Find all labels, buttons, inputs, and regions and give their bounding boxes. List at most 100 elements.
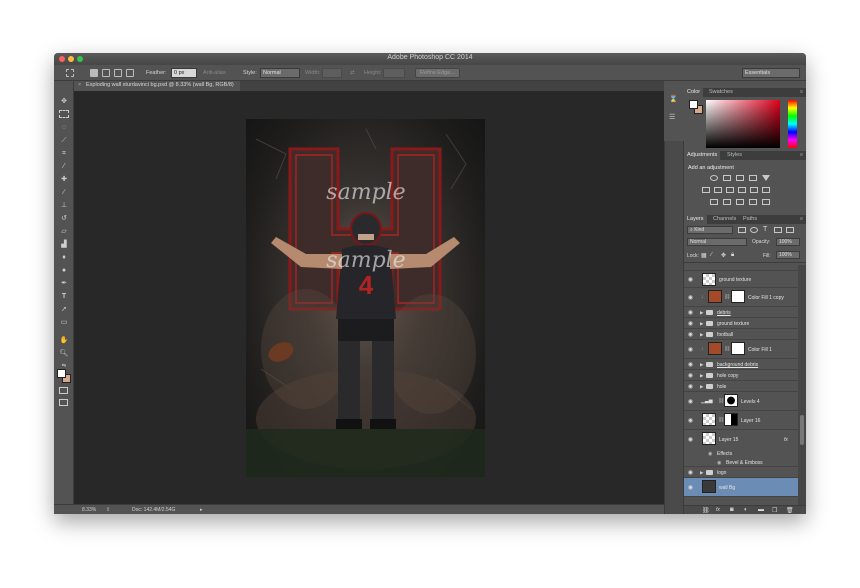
filter-adjustment-icon[interactable]: [750, 227, 758, 233]
move-tool-icon[interactable]: ✥: [59, 97, 69, 107]
close-tab-icon[interactable]: ×: [78, 82, 81, 88]
layer-name[interactable]: ground texture: [719, 277, 751, 283]
visibility-eye-icon[interactable]: ◉: [687, 346, 694, 353]
layer-row[interactable]: ◉ ▶ ground texture: [684, 318, 798, 329]
visibility-eye-icon[interactable]: ◉: [687, 398, 694, 405]
add-style-icon[interactable]: fx: [716, 507, 720, 513]
layer-row[interactable]: ◉ ▶ football: [684, 329, 798, 340]
layer-row[interactable]: ◉ ▶ hole: [684, 381, 798, 392]
tab-adjustments[interactable]: Adjustments: [684, 151, 721, 160]
color-field[interactable]: [706, 100, 780, 148]
selective-color-adjust-icon[interactable]: [762, 199, 770, 205]
expand-arrow-icon[interactable]: ▶: [700, 384, 703, 390]
eraser-tool-icon[interactable]: ▱: [59, 227, 69, 237]
channel-mixer-adjust-icon[interactable]: [750, 187, 758, 193]
layer-row[interactable]: ◉ ↓ ⛓ Color Fill 1 copy: [684, 288, 798, 307]
new-selection-icon[interactable]: [90, 69, 98, 77]
shape-tool-icon[interactable]: ▭: [59, 318, 69, 328]
layer-name[interactable]: wall Bg: [719, 485, 735, 491]
layer-name[interactable]: hole: [717, 384, 726, 390]
effects-eye-icon[interactable]: ◉: [708, 451, 712, 457]
filter-shape-icon[interactable]: [774, 227, 782, 233]
height-input[interactable]: [383, 68, 405, 78]
expand-arrow-icon[interactable]: ▶: [700, 373, 703, 379]
effect-eye-icon[interactable]: ◉: [717, 460, 721, 466]
tab-channels[interactable]: Channels: [710, 216, 739, 222]
visibility-eye-icon[interactable]: ◉: [687, 331, 694, 338]
width-input[interactable]: [322, 68, 342, 78]
layer-row[interactable]: ◉ ↓ ⛓ Color Fill 1: [684, 340, 798, 359]
levels-adjust-icon[interactable]: [723, 175, 731, 181]
dodge-tool-icon[interactable]: ●: [59, 266, 69, 276]
curves-adjust-icon[interactable]: [736, 175, 744, 181]
visibility-eye-icon[interactable]: ◉: [687, 361, 694, 368]
tab-layers[interactable]: Layers: [684, 215, 707, 224]
layer-name[interactable]: Layer 16: [741, 418, 760, 424]
new-adjustment-icon[interactable]: ◐: [744, 507, 748, 513]
brush-tool-icon[interactable]: ∕: [59, 188, 69, 198]
visibility-eye-icon[interactable]: ◉: [687, 320, 694, 327]
posterize-adjust-icon[interactable]: [723, 199, 731, 205]
filter-smart-object-icon[interactable]: [786, 227, 794, 233]
hand-tool-icon[interactable]: ✋: [59, 336, 69, 346]
link-layers-icon[interactable]: ⛓: [702, 507, 710, 514]
zoom-level[interactable]: 8.33%: [82, 507, 96, 513]
subtract-selection-icon[interactable]: [114, 69, 122, 77]
filter-pixel-icon[interactable]: [738, 227, 746, 233]
visibility-eye-icon[interactable]: ◉: [687, 417, 694, 424]
effect-name[interactable]: Bevel & Emboss: [726, 460, 763, 466]
lasso-tool-icon[interactable]: ◌: [59, 123, 69, 133]
visibility-eye-icon[interactable]: ◉: [687, 309, 694, 316]
layer-name[interactable]: ground texture: [717, 321, 749, 327]
new-group-icon[interactable]: ▬: [758, 507, 764, 513]
layer-name[interactable]: Color Fill 1 copy: [748, 295, 784, 301]
status-menu-arrow-icon[interactable]: ▸: [200, 507, 203, 513]
layer-row[interactable]: ◉ ground texture: [684, 271, 798, 288]
visibility-eye-icon[interactable]: ◉: [687, 383, 694, 390]
visibility-eye-icon[interactable]: ◉: [687, 372, 694, 379]
add-mask-icon[interactable]: ◙: [730, 507, 734, 513]
expand-arrow-icon[interactable]: ▶: [700, 362, 703, 368]
fill-input[interactable]: 100%: [776, 251, 800, 259]
canvas-area[interactable]: 4 sample sample: [74, 91, 664, 504]
expand-arrow-icon[interactable]: ▶: [700, 310, 703, 316]
lock-transparent-icon[interactable]: ▦: [701, 252, 707, 259]
foreground-color-swatch[interactable]: [57, 369, 66, 378]
layer-name[interactable]: hole copy: [717, 373, 738, 379]
effect-row[interactable]: ◉ Bevel & Emboss: [684, 458, 798, 467]
vibrance-adjust-icon[interactable]: [762, 175, 770, 181]
layer-row[interactable]: ◉ ▁▃▅ ⛓ Levels 4: [684, 392, 798, 411]
blend-mode-select[interactable]: Normal: [687, 238, 747, 246]
type-tool-icon[interactable]: T: [59, 292, 69, 302]
lock-image-icon[interactable]: ∕: [711, 252, 712, 258]
layer-name[interactable]: background debris: [717, 362, 758, 368]
history-brush-tool-icon[interactable]: ↺: [59, 214, 69, 224]
opacity-input[interactable]: 100%: [776, 238, 800, 246]
hue-slider[interactable]: [788, 100, 797, 148]
quick-select-tool-icon[interactable]: ⟋: [59, 136, 69, 146]
layer-filter-kind-select[interactable]: ⌕ Kind: [687, 226, 733, 234]
gradient-map-adjust-icon[interactable]: [749, 199, 757, 205]
paint-bucket-tool-icon[interactable]: ▟: [59, 240, 69, 250]
lock-all-icon[interactable]: 🔒︎: [731, 252, 734, 259]
visibility-eye-icon[interactable]: ◉: [687, 436, 694, 443]
exposure-adjust-icon[interactable]: [749, 175, 757, 181]
antialias-label[interactable]: Anti-alias: [203, 70, 226, 76]
marquee-tool-preset-icon[interactable]: [66, 69, 74, 77]
layer-row[interactable]: ◉ ⛓ Layer 16: [684, 411, 798, 430]
layer-name[interactable]: debris: [717, 310, 731, 316]
layer-row[interactable]: ◉ ▶ background debris: [684, 359, 798, 370]
black-white-adjust-icon[interactable]: [726, 187, 734, 193]
workspace-select[interactable]: Essentials: [742, 68, 800, 78]
tab-swatches[interactable]: Swatches: [706, 89, 736, 95]
visibility-eye-icon[interactable]: ◉: [687, 484, 694, 491]
style-select[interactable]: Normal: [260, 68, 300, 78]
zoom-tool-icon[interactable]: 🔍︎: [59, 349, 69, 359]
artwork-image[interactable]: 4 sample sample: [246, 119, 485, 477]
tab-styles[interactable]: Styles: [724, 152, 745, 158]
lock-position-icon[interactable]: ✥: [721, 252, 726, 259]
hue-saturation-adjust-icon[interactable]: [702, 187, 710, 193]
delete-layer-icon[interactable]: 🗑︎: [786, 507, 794, 514]
color-balance-adjust-icon[interactable]: [714, 187, 722, 193]
eyedropper-tool-icon[interactable]: ⁄: [59, 162, 69, 172]
